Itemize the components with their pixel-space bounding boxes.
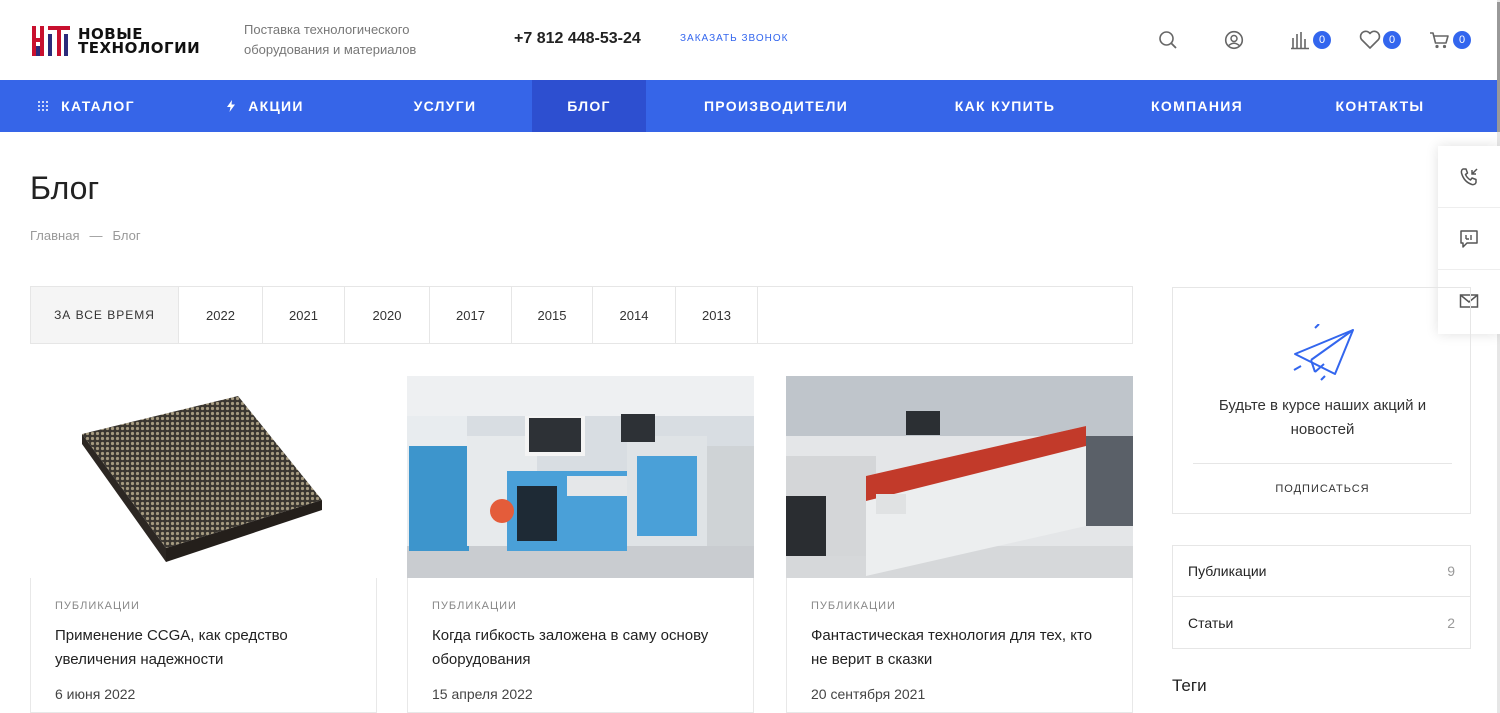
- page-title: Блог: [30, 170, 100, 206]
- logo-line2: ТЕХНОЛОГИИ: [78, 39, 201, 57]
- filter-2017[interactable]: 2017: [430, 287, 512, 343]
- category-list: Публикации 9 Статьи 2: [1172, 545, 1471, 649]
- search-icon[interactable]: [1156, 28, 1180, 52]
- main-nav: КАТАЛОГ АКЦИИ УСЛУГИ БЛОГ ПРОИЗВОДИТЕЛИ …: [0, 80, 1497, 132]
- nav-label: АКЦИИ: [248, 98, 304, 114]
- phone-number[interactable]: +7 812 448-53-24: [514, 30, 641, 48]
- blog-card-image[interactable]: [407, 376, 754, 578]
- filter-2022[interactable]: 2022: [179, 287, 263, 343]
- cart-icon[interactable]: [1428, 28, 1452, 52]
- blog-card-title[interactable]: Фантастическая технология для тех, кто н…: [811, 624, 1108, 676]
- nav-item-promotions[interactable]: АКЦИИ: [172, 80, 358, 132]
- nav-label: КОНТАКТЫ: [1335, 98, 1425, 114]
- filter-2021[interactable]: 2021: [263, 287, 345, 343]
- breadcrumb-separator: —: [89, 228, 103, 243]
- blog-card-title[interactable]: Когда гибкость заложена в саму основу об…: [432, 624, 729, 676]
- category-count: 2: [1447, 614, 1455, 631]
- subscribe-button[interactable]: ПОДПИСАТЬСЯ: [1193, 483, 1452, 495]
- filter-2014[interactable]: 2014: [593, 287, 676, 343]
- phone-callback-icon[interactable]: [1438, 146, 1500, 208]
- user-icon[interactable]: [1222, 28, 1246, 52]
- heart-icon[interactable]: [1358, 28, 1382, 52]
- nav-item-services[interactable]: УСЛУГИ: [358, 80, 532, 132]
- paper-plane-icon: [1293, 324, 1354, 381]
- year-filter: ЗА ВСЕ ВРЕМЯ 2022 2021 2020 2017 2015 20…: [30, 286, 1133, 344]
- chat-icon[interactable]: [1438, 208, 1500, 270]
- nav-item-contacts[interactable]: КОНТАКТЫ: [1290, 80, 1470, 132]
- filter-2020[interactable]: 2020: [345, 287, 430, 343]
- category-count: 9: [1447, 563, 1455, 579]
- header: НОВЫЕ ТЕХНОЛОГИИ Поставка технологическо…: [0, 0, 1500, 80]
- category-name: Публикации: [1188, 563, 1267, 579]
- tagline: Поставка технологического оборудования и…: [244, 22, 417, 57]
- blog-card-date: 20 сентября 2021: [811, 686, 926, 702]
- nav-label: КОМПАНИЯ: [1151, 98, 1243, 114]
- nav-item-blog[interactable]: БЛОГ: [532, 80, 646, 132]
- nav-item-company[interactable]: КОМПАНИЯ: [1104, 80, 1290, 132]
- subscribe-widget: Будьте в курсе наших акций и новостей ПО…: [1172, 287, 1471, 514]
- category-name: Статьи: [1188, 614, 1234, 631]
- blog-card-image[interactable]: [786, 376, 1133, 578]
- filter-2013[interactable]: 2013: [676, 287, 758, 343]
- tags-heading: Теги: [1172, 676, 1207, 695]
- blog-card-category[interactable]: ПУБЛИКАЦИИ: [811, 600, 1108, 612]
- logo-text: НОВЫЕ ТЕХНОЛОГИИ: [78, 27, 201, 57]
- logo-mark-icon: [30, 24, 72, 58]
- blog-card[interactable]: ПУБЛИКАЦИИ Применение CCGA, как средство…: [30, 376, 377, 713]
- blog-card[interactable]: ПУБЛИКАЦИИ Когда гибкость заложена в сам…: [407, 376, 754, 713]
- compare-count-badge: 0: [1313, 31, 1331, 49]
- blog-card-body: ПУБЛИКАЦИИ Когда гибкость заложена в сам…: [407, 578, 754, 713]
- category-item[interactable]: Публикации 9: [1173, 546, 1470, 597]
- nav-label: КАТАЛОГ: [61, 98, 135, 114]
- breadcrumb: Главная — Блог: [30, 228, 141, 243]
- favorites-count-badge: 0: [1383, 31, 1401, 49]
- blog-card-body: ПУБЛИКАЦИИ Применение CCGA, как средство…: [30, 578, 377, 713]
- breadcrumb-home[interactable]: Главная: [30, 228, 79, 243]
- nav-item-manufacturers[interactable]: ПРОИЗВОДИТЕЛИ: [646, 80, 906, 132]
- blog-card-body: ПУБЛИКАЦИИ Фантастическая технология для…: [786, 578, 1133, 713]
- blog-card-date: 6 июня 2022: [55, 686, 136, 702]
- filter-all-time[interactable]: ЗА ВСЕ ВРЕМЯ: [31, 287, 179, 343]
- callback-link[interactable]: ЗАКАЗАТЬ ЗВОНОК: [680, 33, 788, 44]
- filter-2015[interactable]: 2015: [512, 287, 593, 343]
- nav-label: УСЛУГИ: [413, 98, 477, 114]
- nav-label: КАК КУПИТЬ: [954, 98, 1056, 114]
- cart-count-badge: 0: [1453, 31, 1471, 49]
- divider: [1193, 463, 1452, 464]
- blog-card-title[interactable]: Применение CCGA, как средство увеличения…: [55, 624, 352, 676]
- category-item[interactable]: Статьи 2: [1173, 597, 1470, 648]
- blog-card[interactable]: ПУБЛИКАЦИИ Фантастическая технология для…: [786, 376, 1133, 713]
- blog-card-category[interactable]: ПУБЛИКАЦИИ: [432, 600, 729, 612]
- nav-item-catalog[interactable]: КАТАЛОГ: [0, 80, 172, 132]
- compare-icon[interactable]: [1288, 28, 1312, 52]
- nav-label: БЛОГ: [567, 98, 611, 114]
- lightning-icon: [226, 100, 236, 112]
- blog-card-category[interactable]: ПУБЛИКАЦИИ: [55, 600, 352, 612]
- subscribe-text: Будьте в курсе наших акций и новостей: [1218, 397, 1427, 438]
- blog-card-date: 15 апреля 2022: [432, 686, 533, 702]
- blog-card-image[interactable]: [30, 376, 377, 578]
- logo[interactable]: НОВЫЕ ТЕХНОЛОГИИ: [30, 24, 216, 58]
- nav-item-how-to-buy[interactable]: КАК КУПИТЬ: [906, 80, 1104, 132]
- grid-icon: [37, 100, 49, 112]
- breadcrumb-current: Блог: [112, 228, 141, 243]
- nav-label: ПРОИЗВОДИТЕЛИ: [703, 98, 849, 114]
